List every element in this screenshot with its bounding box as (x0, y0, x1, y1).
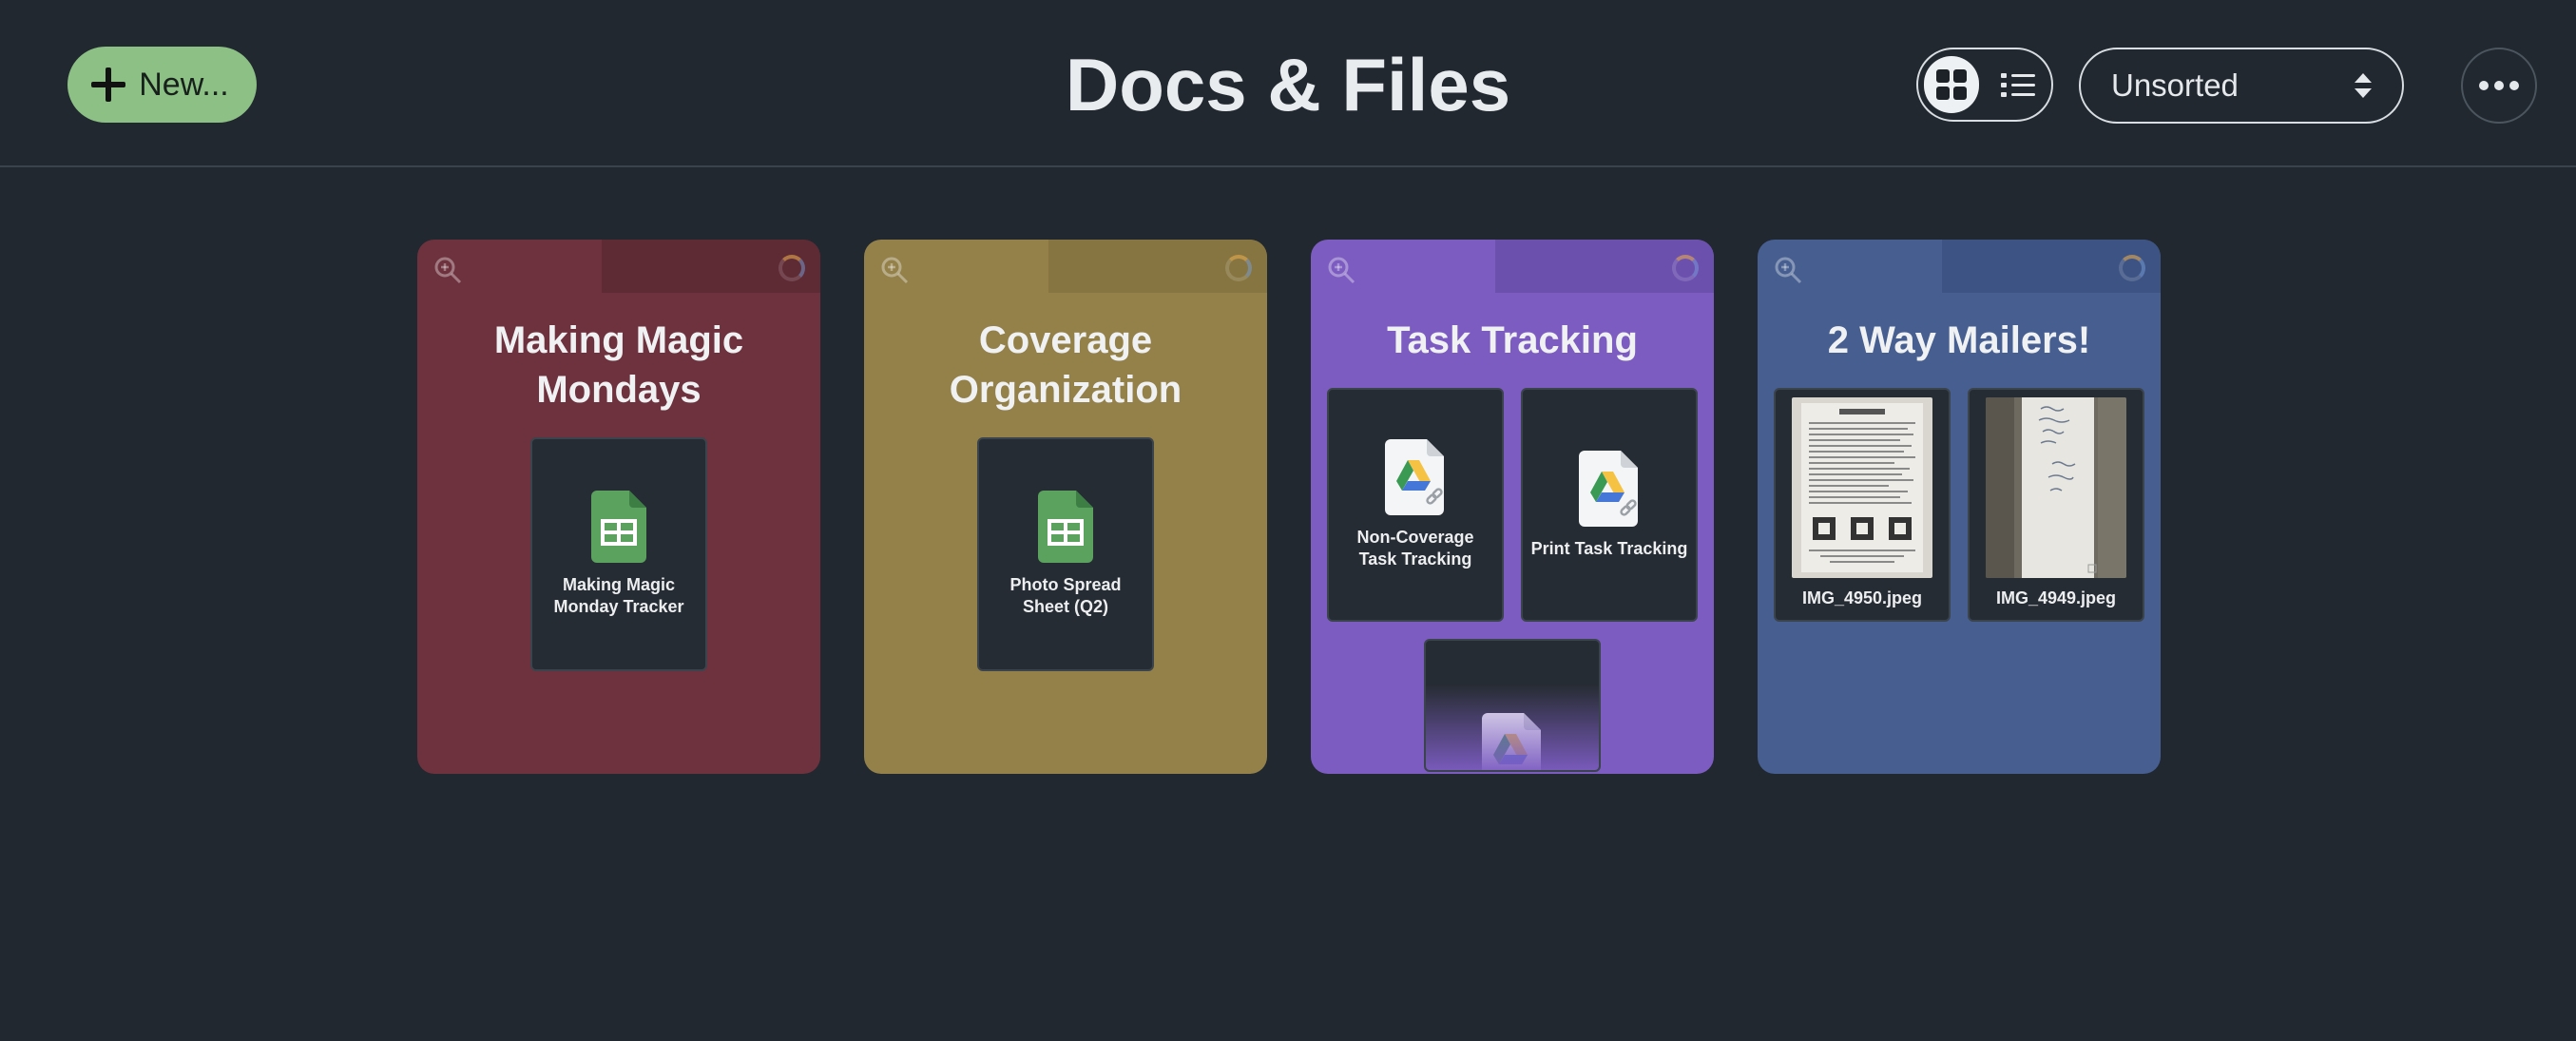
list-view-icon (2001, 73, 2035, 97)
folder-title: 2 Way Mailers! (1827, 319, 2091, 361)
google-sheets-icon (1038, 491, 1093, 563)
new-button-label: New... (139, 66, 229, 103)
photo-thumbnail (1792, 397, 1932, 578)
loading-spinner-icon (779, 255, 805, 281)
loading-spinner-icon (1672, 255, 1699, 281)
file-label: IMG_4950.jpeg (1801, 588, 1923, 607)
zoom-in-icon[interactable] (1326, 255, 1356, 285)
more-options-button[interactable] (2461, 48, 2537, 124)
folder-title: Coverage Organization (949, 319, 1182, 411)
file-card[interactable]: Print Task Tracking (1521, 388, 1698, 622)
file-label: Print Task Tracking (1530, 538, 1688, 558)
file-label: IMG_4949.jpeg (1995, 588, 2117, 607)
file-label: Photo Spread Sheet (Q2) (1009, 575, 1122, 616)
top-bar: New... Docs & Files Unsorted (0, 0, 2576, 167)
sort-select[interactable]: Unsorted (2079, 48, 2404, 124)
folder-card[interactable]: Making Magic Mondays Making Magic Monday… (417, 240, 820, 774)
file-card[interactable]: IMG_4950.jpeg (1774, 388, 1951, 622)
folder-card[interactable]: Task Tracking Non-Coverage Task Tracking (1311, 240, 1714, 774)
updown-caret-icon (2355, 73, 2372, 98)
plus-icon (91, 67, 126, 102)
grid-view-button[interactable] (1924, 56, 1979, 113)
new-button[interactable]: New... (67, 47, 257, 123)
loading-spinner-icon (2119, 255, 2145, 281)
file-card[interactable]: Photo Spread Sheet (Q2) (977, 437, 1154, 671)
loading-spinner-icon (1225, 255, 1252, 281)
google-drive-link-icon (1482, 713, 1541, 770)
folder-title: Task Tracking (1387, 319, 1638, 361)
folder-title: Making Magic Mondays (493, 319, 744, 411)
zoom-in-icon[interactable] (433, 255, 463, 285)
ellipsis-icon (2479, 81, 2489, 90)
file-card[interactable]: IMG_4949.jpeg (1968, 388, 2144, 622)
file-label: Non-Coverage Task Tracking (1356, 528, 1474, 569)
file-card[interactable]: Non-Coverage Task Tracking (1327, 388, 1504, 622)
zoom-in-icon[interactable] (1773, 255, 1803, 285)
file-label: Making Magic Monday Tracker (553, 575, 684, 616)
list-view-button[interactable] (1990, 56, 2046, 113)
photo-thumbnail (1986, 397, 2126, 578)
folder-card[interactable]: Coverage Organization Photo Spread Sheet… (864, 240, 1267, 774)
folder-items: Making Magic Monday Tracker (417, 437, 820, 671)
folder-items: Photo Spread Sheet (Q2) (864, 437, 1267, 671)
folder-items: IMG_4950.jpeg IMG_4949.jpeg (1758, 388, 2161, 622)
google-sheets-icon (591, 491, 646, 563)
zoom-in-icon[interactable] (879, 255, 910, 285)
folder-grid: Making Magic Mondays Making Magic Monday… (417, 240, 2161, 774)
folder-card[interactable]: 2 Way Mailers! IMG_4950.jpeg IMG_4949.jp… (1758, 240, 2161, 774)
view-toggle (1916, 48, 2053, 122)
google-drive-link-icon (1385, 439, 1444, 515)
sort-select-value: Unsorted (2111, 67, 2239, 103)
google-drive-link-icon (1579, 450, 1638, 527)
file-card[interactable]: Making Magic Monday Tracker (530, 437, 707, 671)
grid-view-icon (1936, 69, 1967, 100)
folder-items: Non-Coverage Task Tracking Print Task Tr… (1311, 388, 1714, 772)
file-card[interactable] (1424, 639, 1601, 772)
